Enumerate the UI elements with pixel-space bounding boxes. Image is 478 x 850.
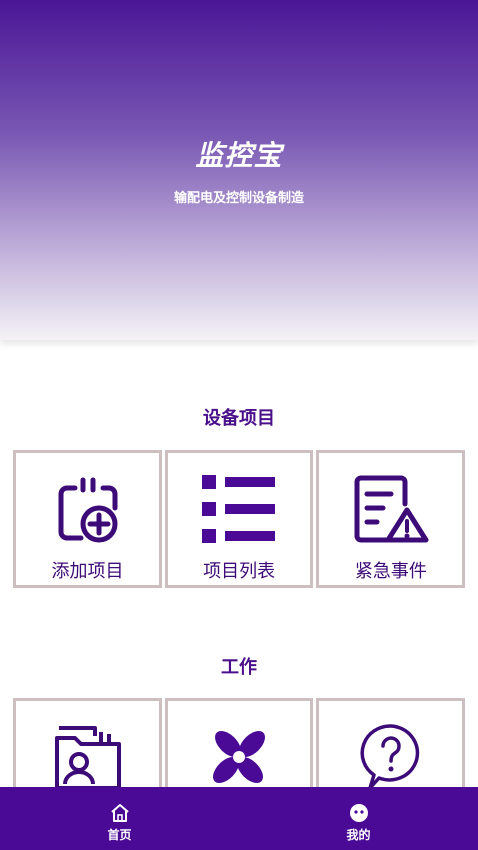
section-title-work: 工作 [221,657,257,678]
emergency-document-icon [319,469,462,549]
home-icon [110,803,130,823]
section-title-devices: 设备项目 [203,408,275,429]
project-list-label: 项目列表 [203,561,276,582]
app-subtitle: 输配电及控制设备制造 [173,191,304,206]
device-project-grid: 添加项目 项目列表 紧急事件 [13,450,466,588]
tab-home-label: 首页 [107,828,132,842]
add-project-button[interactable]: 添加项目 [13,450,162,588]
contact-folder-icon [16,717,159,797]
tab-profile[interactable]: 我的 [239,787,478,850]
add-project-icon [16,469,159,549]
profile-face-icon [349,803,369,823]
fan-icon [168,717,311,797]
tab-home[interactable]: 首页 [0,787,239,850]
add-project-label: 添加项目 [51,561,124,582]
bottom-tab-bar: 首页 我的 [0,787,478,850]
list-icon [168,469,311,549]
header-banner: 监控宝 输配电及控制设备制造 [0,0,478,340]
emergency-event-label: 紧急事件 [354,561,427,582]
project-list-button[interactable]: 项目列表 [164,450,314,588]
emergency-event-button[interactable]: 紧急事件 [316,450,466,588]
app-title: 监控宝 [195,139,283,172]
tab-profile-label: 我的 [346,828,371,842]
help-bubble-icon [319,717,462,797]
